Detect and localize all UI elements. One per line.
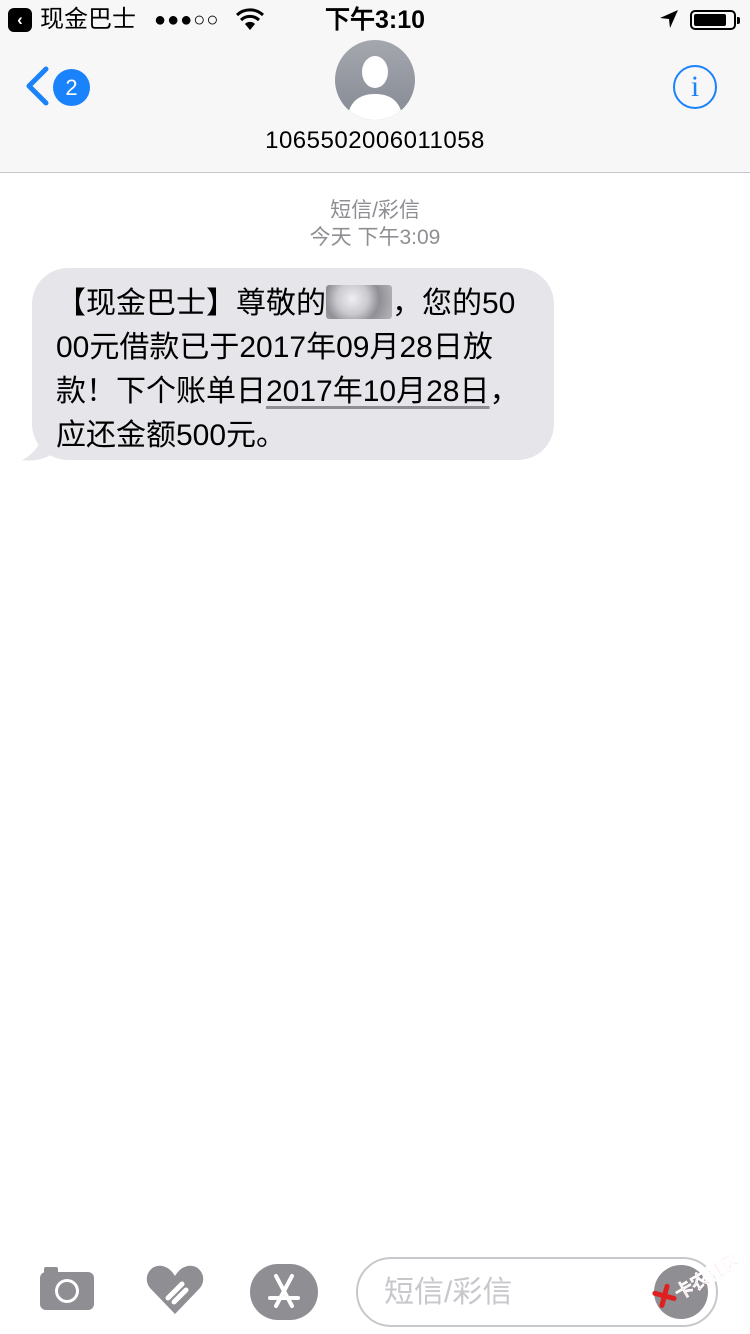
message-timestamp: 今天 下午3:09 — [309, 226, 441, 249]
message-prefix: 【现金巴士】尊敬的 — [56, 287, 326, 320]
message-input-placeholder: 短信/彩信 — [384, 1276, 513, 1309]
back-button[interactable]: 2 — [20, 60, 100, 114]
person-silhouette-icon — [347, 56, 403, 120]
svg-text:卡农社区: 卡农社区 — [671, 1249, 744, 1304]
due-date-link[interactable]: 2017年10月28日 — [266, 375, 489, 408]
redacted-name — [326, 285, 392, 319]
camera-icon[interactable] — [36, 1258, 98, 1320]
app-store-button[interactable] — [250, 1264, 318, 1320]
battery-icon — [690, 10, 740, 30]
digital-touch-icon[interactable] — [144, 1258, 206, 1320]
info-icon: i — [690, 70, 700, 103]
watermark-logo: 卡农社区 — [652, 1249, 745, 1308]
status-time: 下午3:10 — [324, 6, 426, 34]
message-body: 【现金巴士】尊敬的 ，您的5000元借款已于2017年09月28日放款！下个账单日… — [56, 282, 532, 458]
app-store-icon — [268, 1274, 300, 1308]
location-arrow-icon — [660, 10, 678, 28]
contact-avatar[interactable] — [335, 40, 415, 120]
chevron-left-icon — [26, 66, 49, 106]
conversation-header: 2 1065502006011058 i — [0, 40, 750, 173]
message-type-label: 短信/彩信 — [330, 199, 420, 222]
composer-bar: 短信/彩信 — [0, 1244, 750, 1334]
incoming-message-bubble[interactable]: 【现金巴士】尊敬的 ，您的5000元借款已于2017年09月28日放款！下个账单日… — [32, 268, 554, 460]
unread-count-badge: 2 — [53, 69, 90, 106]
status-bar: ‹ 现金巴士 ●●●○○ 下午3:10 — [0, 0, 750, 40]
contact-number[interactable]: 1065502006011058 — [0, 126, 750, 156]
info-button[interactable]: i — [673, 65, 717, 109]
